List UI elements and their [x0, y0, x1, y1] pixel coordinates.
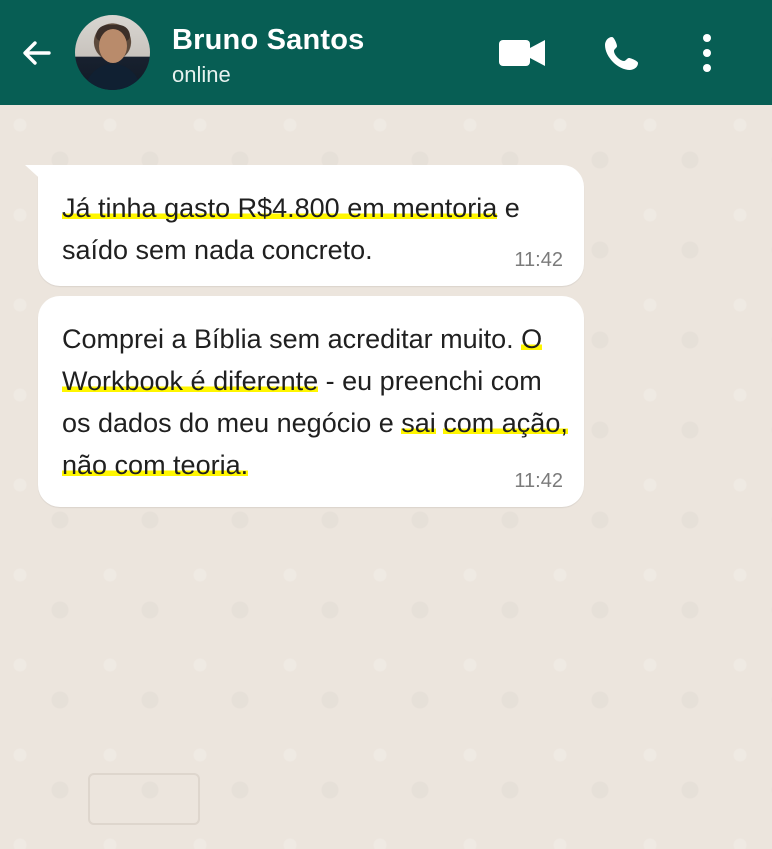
message-bubble-2[interactable]: Comprei a Bíblia sem acreditar muito. O … [38, 296, 584, 507]
highlighted-text: Já tinha gasto R$4.800 em mentoria [62, 193, 498, 223]
chat-header: Bruno Santos online [0, 0, 772, 105]
avatar[interactable] [75, 15, 150, 90]
message-text-2: Comprei a Bíblia sem acreditar muito. O … [62, 318, 572, 486]
avatar-face [99, 29, 127, 63]
message-text-1: Já tinha gasto R$4.800 em mentoria e saí… [62, 187, 572, 271]
message-bubble-1[interactable]: Já tinha gasto R$4.800 em mentoria e saí… [25, 165, 584, 286]
background-pattern-icon [88, 773, 200, 825]
more-vert-icon[interactable] [695, 31, 719, 75]
highlighted-text: sai [401, 408, 436, 438]
message-text-part: Comprei a Bíblia sem acreditar muito. [62, 324, 522, 354]
message-time-2: 11:42 [514, 470, 563, 492]
avatar-shirt [85, 64, 141, 90]
message-time-1: 11:42 [514, 249, 563, 271]
contact-status: online [172, 62, 231, 87]
video-call-icon[interactable] [498, 37, 546, 69]
contact-name[interactable]: Bruno Santos [172, 24, 365, 57]
back-arrow-icon[interactable] [18, 34, 56, 72]
phone-icon[interactable] [602, 33, 642, 73]
